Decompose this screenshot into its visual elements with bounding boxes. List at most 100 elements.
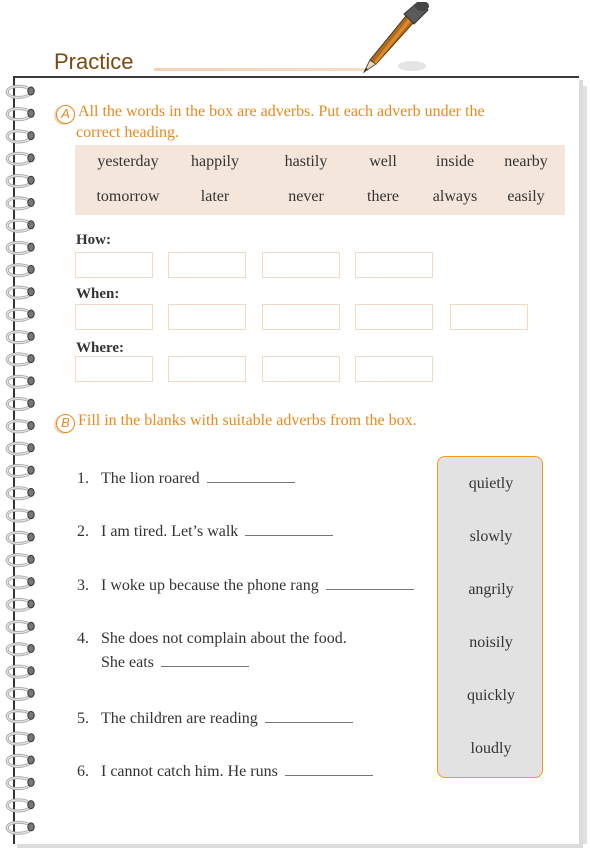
question-item: 5. The children are reading: [77, 710, 353, 728]
section-b-text: Fill in the blanks with suitable adverbs…: [78, 412, 417, 429]
spiral-ring: [5, 241, 35, 255]
spiral-ring: [5, 486, 35, 501]
question-number: 1.: [77, 470, 89, 487]
option-word: angrily: [468, 581, 514, 598]
spiral-ring: [5, 798, 35, 813]
question-item: 6. I cannot catch him. He runs: [77, 763, 373, 781]
answer-blank[interactable]: [284, 775, 373, 776]
spiral-ring: [5, 753, 35, 768]
answer-box[interactable]: [168, 252, 246, 278]
spiral-ring: [5, 776, 35, 791]
answer-box[interactable]: [450, 304, 528, 330]
word-box-item: nearby: [504, 153, 548, 170]
question-number: 6.: [77, 763, 89, 780]
answer-box[interactable]: [75, 304, 153, 330]
spiral-ring: [5, 687, 35, 701]
option-word: loudly: [470, 740, 512, 757]
spiral-ring: [5, 352, 35, 367]
spiral-ring: [5, 530, 35, 545]
word-box-item: easily: [507, 188, 545, 205]
question-text: I am tired. Let’s walk: [101, 523, 239, 540]
spiral-ring: [5, 664, 35, 679]
options-panel: quietly slowly angrily noisily quickly loudly: [437, 456, 543, 778]
page-shadow: [579, 86, 587, 844]
question-number: 2.: [77, 523, 89, 540]
section-a-badge: A: [56, 105, 75, 124]
answer-blank[interactable]: [206, 482, 295, 483]
category-label: Where:: [76, 340, 125, 356]
word-box-item: happily: [191, 153, 239, 170]
question-item: 1. The lion roared: [77, 470, 295, 488]
word-box-item: tomorrow: [96, 188, 160, 205]
answer-box[interactable]: [75, 356, 153, 382]
section-a-line1: All the words in the box are adverbs. Pu…: [78, 103, 485, 120]
spiral-ring: [5, 174, 35, 189]
section-b-badge: B: [56, 414, 75, 433]
spiral-ring: [5, 553, 35, 568]
option-word: noisily: [469, 634, 513, 651]
question-text: The lion roared: [101, 470, 200, 487]
spiral-ring: [5, 820, 35, 835]
practice-title: Practice: [54, 49, 134, 74]
title-underline: [154, 68, 368, 71]
category-label: How:: [76, 232, 111, 248]
question-number: 4.: [77, 630, 89, 647]
spiral-ring: [5, 129, 35, 144]
question-text: She does not complain about the food.: [101, 630, 347, 647]
spiral-ring: [5, 597, 35, 612]
answer-box[interactable]: [262, 356, 340, 382]
spiral-ring: [5, 508, 35, 523]
spiral-ring: [5, 307, 35, 322]
spiral-ring: [5, 419, 35, 434]
spiral-ring: [5, 731, 35, 746]
question-item: 2. I am tired. Let’s walk: [77, 523, 334, 541]
question-text: I woke up because the phone rang: [101, 577, 319, 594]
answer-box[interactable]: [262, 252, 340, 278]
answer-blank[interactable]: [160, 666, 249, 667]
spiral-ring: [5, 397, 35, 412]
question-text-2: She eats: [101, 654, 154, 671]
spiral-ring: [5, 441, 35, 456]
spiral-ring: [5, 709, 35, 724]
answer-blank[interactable]: [264, 722, 353, 723]
option-word: quickly: [467, 687, 515, 704]
answer-blank[interactable]: [245, 535, 334, 536]
section-a-instruction: A All the words in the box are adverbs. P…: [56, 103, 571, 141]
question-item: 3. I woke up because the phone rang: [77, 577, 414, 595]
question-text: I cannot catch him. He runs: [101, 763, 278, 780]
answer-box[interactable]: [262, 304, 340, 330]
option-word: slowly: [469, 528, 513, 545]
spiral-ring: [5, 263, 35, 278]
spiral-ring: [5, 575, 35, 590]
spiral-ring: [5, 620, 35, 635]
answer-box[interactable]: [75, 252, 153, 278]
answer-blank[interactable]: [325, 589, 414, 590]
answer-box[interactable]: [355, 356, 433, 382]
spiral-ring: [5, 84, 35, 99]
spiral-ring: [5, 464, 35, 478]
spiral-ring: [5, 107, 35, 122]
answer-box[interactable]: [355, 304, 433, 330]
pencil-icon: [362, 2, 429, 74]
section-b-instruction: B Fill in the blanks with suitable adverb…: [56, 412, 417, 433]
spiral-ring: [5, 330, 35, 345]
spiral-ring: [5, 642, 35, 657]
spiral-ring: [5, 285, 35, 300]
word-box-item: later: [200, 188, 230, 205]
spiral-binding-icon: [5, 84, 35, 835]
spiral-ring: [5, 374, 35, 389]
spiral-ring: [5, 218, 35, 233]
question-text: The children are reading: [101, 710, 258, 727]
spiral-ring: [5, 196, 35, 211]
question-number: 3.: [77, 577, 89, 594]
word-box-item: yesterday: [97, 153, 159, 170]
question-number: 5.: [77, 710, 89, 727]
spiral-ring: [5, 151, 35, 166]
answer-box[interactable]: [355, 252, 433, 278]
category-label: When:: [76, 286, 120, 302]
question-item: 4. She does not complain about the food. S…: [77, 630, 347, 678]
answer-box[interactable]: [168, 304, 246, 330]
option-word: quietly: [468, 475, 514, 492]
answer-box[interactable]: [168, 356, 246, 382]
section-a-line2: correct heading.: [76, 124, 180, 141]
